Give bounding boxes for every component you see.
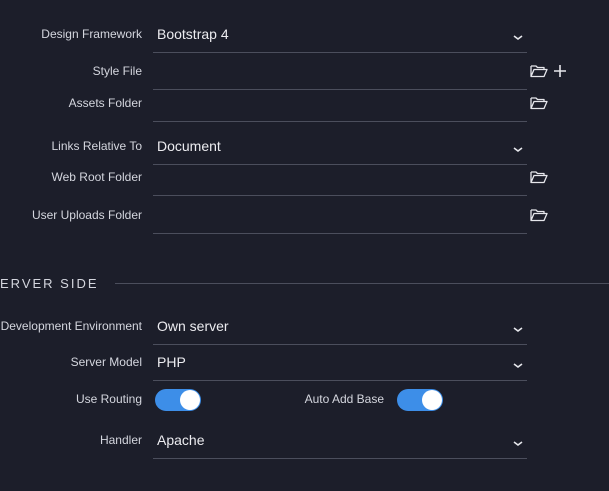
- web-root-folder-input[interactable]: [153, 167, 527, 186]
- links-relative-to-value: Document: [157, 137, 221, 154]
- design-framework-label: Design Framework: [41, 27, 142, 41]
- development-environment-value: Own server: [157, 317, 229, 334]
- chevron-down-icon: [513, 362, 523, 368]
- server-model-select[interactable]: PHP: [153, 343, 527, 381]
- server-model-label: Server Model: [70, 355, 142, 369]
- folder-open-icon[interactable]: [529, 95, 549, 111]
- user-uploads-folder-input[interactable]: [153, 205, 527, 224]
- folder-open-icon[interactable]: [529, 63, 549, 79]
- server-model-value: PHP: [157, 353, 186, 370]
- development-environment-label: Development Environment: [0, 319, 142, 333]
- web-root-folder-label: Web Root Folder: [51, 170, 143, 184]
- design-framework-value: Bootstrap 4: [157, 25, 229, 42]
- assets-folder-row: Assets Folder: [0, 84, 609, 122]
- style-file-input[interactable]: [153, 61, 527, 80]
- chevron-down-icon: [513, 146, 523, 152]
- user-uploads-folder-row: User Uploads Folder: [0, 196, 609, 234]
- assets-folder-label: Assets Folder: [68, 96, 142, 110]
- handler-label: Handler: [99, 433, 142, 447]
- assets-folder-field[interactable]: [153, 84, 527, 122]
- development-environment-row: Development Environment Own server: [0, 307, 609, 345]
- handler-value: Apache: [157, 431, 205, 448]
- user-uploads-folder-field[interactable]: [153, 196, 527, 234]
- plus-icon[interactable]: [550, 63, 570, 79]
- toggle-knob: [180, 390, 200, 410]
- handler-row: Handler Apache: [0, 421, 609, 459]
- chevron-down-icon: [513, 34, 523, 40]
- folder-open-icon[interactable]: [529, 207, 549, 223]
- toggle-knob: [422, 390, 442, 410]
- design-framework-row: Design Framework Bootstrap 4: [0, 15, 609, 53]
- use-routing-label: Use Routing: [75, 392, 142, 406]
- chevron-down-icon: [513, 326, 523, 332]
- auto-add-base-label: Auto Add Base: [304, 392, 384, 406]
- folder-open-icon[interactable]: [529, 169, 549, 185]
- user-uploads-folder-label: User Uploads Folder: [31, 208, 142, 222]
- auto-add-base-toggle[interactable]: [397, 389, 443, 411]
- web-root-folder-field[interactable]: [153, 158, 527, 196]
- server-model-row: Server Model PHP: [0, 343, 609, 381]
- section-divider: [115, 283, 609, 284]
- web-root-folder-row: Web Root Folder: [0, 158, 609, 196]
- use-routing-toggle[interactable]: [155, 389, 201, 411]
- development-environment-select[interactable]: Own server: [153, 307, 527, 345]
- assets-folder-input[interactable]: [153, 93, 527, 112]
- settings-panel: Design Framework Bootstrap 4 Style File …: [0, 0, 609, 491]
- design-framework-select[interactable]: Bootstrap 4: [153, 15, 527, 53]
- section-title-server-side: ERVER SIDE: [0, 275, 99, 291]
- handler-select[interactable]: Apache: [153, 421, 527, 459]
- chevron-down-icon: [513, 440, 523, 446]
